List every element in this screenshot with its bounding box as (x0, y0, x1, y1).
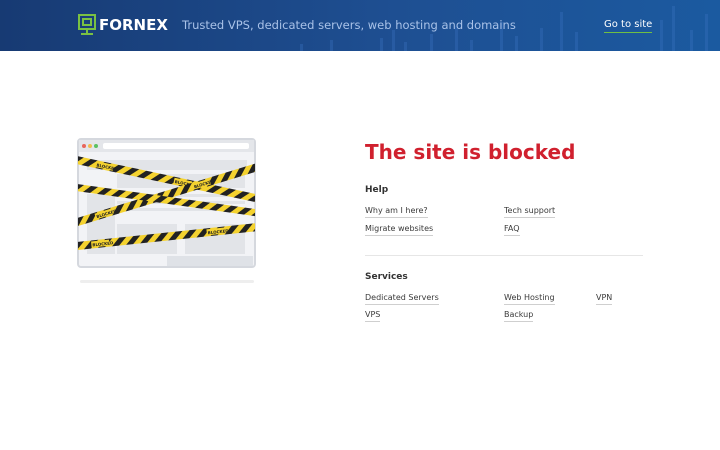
section-divider (365, 255, 643, 256)
blocked-site-illustration: BLOCKED BLOCKED BLOCKED BLOCKED BLOCKED … (77, 138, 256, 283)
fornex-logo-icon (78, 14, 96, 35)
help-heading: Help (365, 185, 389, 195)
top-header: FORNEX Trusted VPS, dedicated servers, w… (0, 0, 720, 51)
window-close-dot (82, 144, 86, 148)
fornex-logo[interactable]: FORNEX (78, 14, 168, 36)
vps-link[interactable]: VPS (365, 310, 381, 322)
why-am-i-here-link[interactable]: Why am I here? (365, 206, 428, 218)
tech-support-link[interactable]: Tech support (504, 206, 556, 218)
web-hosting-link[interactable]: Web Hosting (504, 293, 555, 305)
go-to-site-link[interactable]: Go to site (604, 19, 653, 33)
backup-link[interactable]: Backup (504, 310, 534, 322)
brand-name: FORNEX (99, 16, 168, 34)
faq-link[interactable]: FAQ (504, 224, 520, 236)
window-max-dot (94, 144, 98, 148)
window-min-dot (88, 144, 92, 148)
vpn-link[interactable]: VPN (596, 293, 613, 305)
migrate-websites-link[interactable]: Migrate websites (365, 224, 434, 236)
dedicated-servers-link[interactable]: Dedicated Servers (365, 293, 439, 305)
page-title: The site is blocked (365, 140, 576, 164)
services-heading: Services (365, 272, 408, 282)
header-tagline: Trusted VPS, dedicated servers, web host… (182, 18, 516, 32)
